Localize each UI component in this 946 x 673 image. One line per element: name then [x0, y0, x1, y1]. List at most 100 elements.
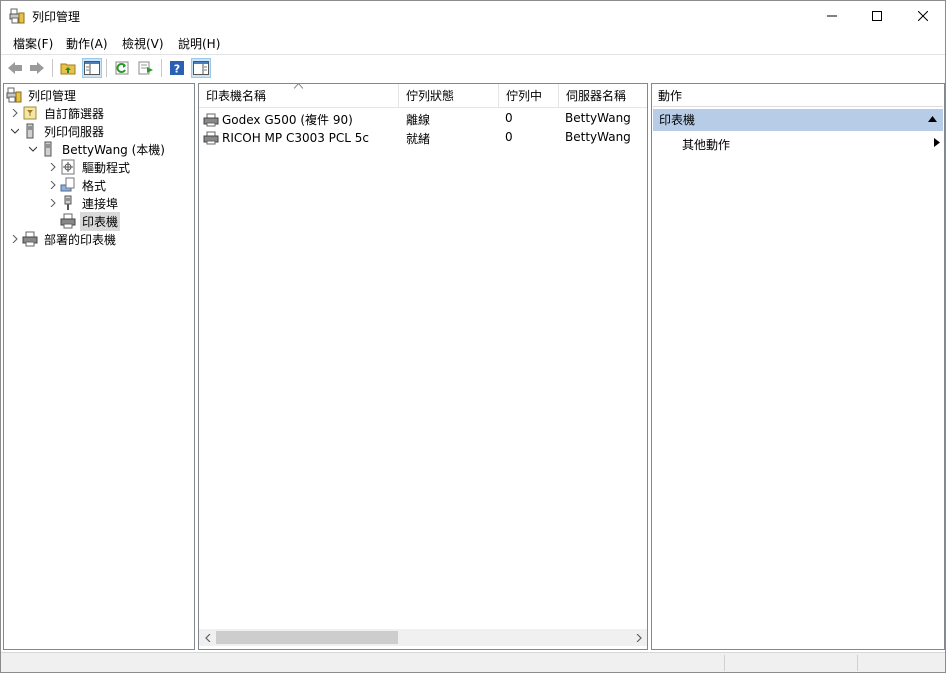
tree-item-label: BettyWang (本機) [62, 142, 165, 157]
scroll-right-icon[interactable] [630, 629, 647, 646]
tree-item-print-servers[interactable]: 列印伺服器 [8, 122, 106, 140]
submenu-arrow-icon [934, 136, 940, 155]
printer-icon [22, 231, 38, 247]
action-pane-title: 動作 [653, 86, 943, 107]
action-pane: 動作 印表機 其他動作 [651, 83, 945, 650]
action-section-label: 印表機 [659, 113, 696, 127]
status-bar [1, 652, 945, 672]
action-pane-icon [193, 61, 209, 75]
help-icon: ? [170, 61, 184, 76]
server-icon [22, 123, 38, 139]
export-list-button[interactable] [136, 58, 156, 78]
chevron-right-icon[interactable] [8, 106, 22, 120]
queue-status: 就緒 [406, 132, 431, 146]
tree-item-label: 列印伺服器 [44, 124, 105, 139]
filter-folder-icon [22, 105, 38, 121]
collapse-up-icon[interactable] [928, 109, 937, 131]
chevron-right-icon[interactable] [46, 196, 60, 210]
console-tree-icon [84, 61, 100, 75]
maximize-icon [872, 11, 882, 21]
toolbar: ? [1, 54, 945, 81]
main-window: 列印管理 檔案(F) 動作(A) 檢視(V) 說明(H) ? 列印管理 自訂篩選… [0, 0, 946, 673]
port-icon [60, 195, 76, 211]
minimize-icon [827, 15, 837, 17]
driver-icon [60, 159, 76, 175]
server-name: BettyWang ( [565, 111, 635, 125]
show-hide-console-tree-button[interactable] [82, 58, 102, 78]
printer-name: Godex G500 (複件 90) [222, 113, 353, 127]
close-icon [918, 11, 928, 21]
tree-item-drivers[interactable]: 驅動程式 [46, 158, 132, 176]
tree-item-label: 驅動程式 [82, 160, 131, 175]
column-header-printer-name[interactable]: 印表機名稱 [199, 84, 399, 108]
menu-bar: 檔案(F) 動作(A) 檢視(V) 說明(H) [1, 32, 945, 53]
forward-button[interactable] [27, 58, 47, 78]
more-actions-label: 其他動作 [682, 138, 731, 152]
menu-help[interactable]: 說明(H) [176, 34, 222, 53]
refresh-button[interactable] [112, 58, 132, 78]
list-header: 印表機名稱 佇列狀態 佇列中 伺服器名稱 [199, 82, 647, 108]
queue-status: 離線 [406, 113, 431, 127]
tree-item-custom-filters[interactable]: 自訂篩選器 [8, 104, 106, 122]
tree-item-deployed-printers[interactable]: 部署的印表機 [8, 230, 118, 248]
printer-icon [203, 112, 219, 128]
title-bar: 列印管理 [1, 1, 945, 31]
minimize-button[interactable] [809, 1, 855, 31]
toolbar-separator [52, 59, 53, 77]
tree-item-forms[interactable]: 格式 [46, 176, 108, 194]
tree-item-server-local[interactable]: BettyWang (本機) [26, 140, 167, 158]
column-header-queue-status[interactable]: 佇列狀態 [399, 84, 499, 108]
table-row[interactable]: RICOH MP C3003 PCL 5c 就緒 0 BettyWang ( [199, 129, 647, 148]
chevron-down-icon[interactable] [8, 124, 22, 138]
printer-icon [60, 213, 76, 229]
scroll-left-icon[interactable] [199, 629, 216, 646]
svg-text:?: ? [174, 63, 180, 76]
chevron-right-icon[interactable] [46, 178, 60, 192]
print-management-icon [9, 8, 25, 24]
column-header-server-name[interactable]: 伺服器名稱 [559, 84, 645, 108]
export-icon [138, 61, 153, 75]
refresh-icon [115, 61, 129, 75]
server-name: BettyWang ( [565, 130, 635, 144]
print-management-icon [6, 87, 22, 103]
horizontal-scrollbar[interactable] [199, 629, 647, 646]
status-segment [724, 655, 725, 671]
tree-item-label: 部署的印表機 [44, 232, 117, 247]
tree-item-label: 格式 [82, 178, 107, 193]
folder-up-icon [60, 63, 76, 75]
close-button[interactable] [900, 1, 946, 31]
chevron-right-icon[interactable] [46, 160, 60, 174]
show-hide-action-pane-button[interactable] [191, 58, 211, 78]
menu-action[interactable]: 動作(A) [64, 34, 110, 53]
back-arrow-icon [8, 62, 22, 74]
action-section-printers[interactable]: 印表機 [653, 109, 943, 131]
table-row[interactable]: Godex G500 (複件 90) 離線 0 BettyWang ( [199, 110, 647, 129]
tree-item-label: 列印管理 [28, 88, 77, 103]
tree-item-label: 自訂篩選器 [44, 106, 105, 121]
up-level-button[interactable] [58, 58, 78, 78]
tree-item-label: 連接埠 [82, 196, 119, 211]
printer-list-pane[interactable]: 印表機名稱 佇列狀態 佇列中 伺服器名稱 Godex G500 (複件 90) … [198, 82, 648, 650]
tree-item-ports[interactable]: 連接埠 [46, 194, 120, 212]
printer-icon [203, 130, 219, 146]
console-tree-pane[interactable]: 列印管理 自訂篩選器 列印伺服器 BettyWang (本機) 驅動程式 格式 … [3, 83, 195, 650]
column-header-jobs-in-queue[interactable]: 佇列中 [499, 84, 559, 108]
tree-item-print-management[interactable]: 列印管理 [6, 86, 78, 104]
tree-item-printers[interactable]: 印表機 [46, 211, 121, 231]
jobs-in-queue: 0 [505, 111, 513, 125]
chevron-right-icon[interactable] [8, 232, 22, 246]
more-actions-item[interactable]: 其他動作 [682, 136, 940, 155]
chevron-down-icon[interactable] [26, 142, 40, 156]
scrollbar-thumb[interactable] [216, 631, 398, 644]
window-title: 列印管理 [32, 10, 81, 24]
forms-icon [60, 177, 76, 193]
help-button[interactable]: ? [167, 58, 187, 78]
jobs-in-queue: 0 [505, 130, 513, 144]
menu-file[interactable]: 檔案(F) [11, 34, 55, 53]
back-button[interactable] [5, 58, 25, 78]
forward-arrow-icon [30, 62, 44, 74]
maximize-button[interactable] [854, 1, 900, 31]
printer-name: RICOH MP C3003 PCL 5c [222, 131, 370, 145]
menu-view[interactable]: 檢視(V) [120, 34, 166, 53]
toolbar-separator [106, 59, 107, 77]
